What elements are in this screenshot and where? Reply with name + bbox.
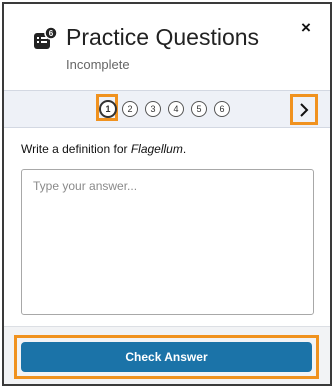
quiz-count-badge: 6	[49, 29, 54, 38]
check-answer-highlight: Check Answer	[14, 335, 319, 379]
question-dot-5[interactable]: 5	[191, 101, 207, 117]
panel-footer: Check Answer	[4, 326, 330, 384]
close-icon: ×	[301, 18, 311, 37]
panel-header: 6 Practice Questions Incomplete ×	[4, 4, 330, 90]
question-dot-2[interactable]: 2	[122, 101, 138, 117]
prompt-term: Flagellum	[130, 142, 183, 156]
quiz-icon: 6	[34, 26, 58, 49]
panel-title: Practice Questions	[66, 24, 260, 50]
check-answer-button[interactable]: Check Answer	[21, 342, 312, 372]
completion-status: Incomplete	[66, 57, 130, 72]
question-dot-1[interactable]: 1	[99, 100, 117, 118]
practice-questions-panel: 6 Practice Questions Incomplete × 1 2 3 …	[2, 2, 332, 386]
prompt-period: .	[182, 142, 187, 156]
question-dot-6[interactable]: 6	[214, 101, 230, 117]
question-dot-3[interactable]: 3	[145, 101, 161, 117]
question-dot-4[interactable]: 4	[168, 101, 184, 117]
question-prompt: Write a definition for Flagellum.	[21, 142, 186, 156]
close-button[interactable]: ×	[296, 18, 316, 38]
next-question-button[interactable]	[290, 94, 318, 125]
chevron-right-icon	[300, 102, 309, 117]
question-navigator: 1 2 3 4 5 6	[4, 90, 330, 128]
prompt-text: Write a definition for	[21, 142, 131, 156]
answer-input[interactable]	[21, 169, 314, 315]
